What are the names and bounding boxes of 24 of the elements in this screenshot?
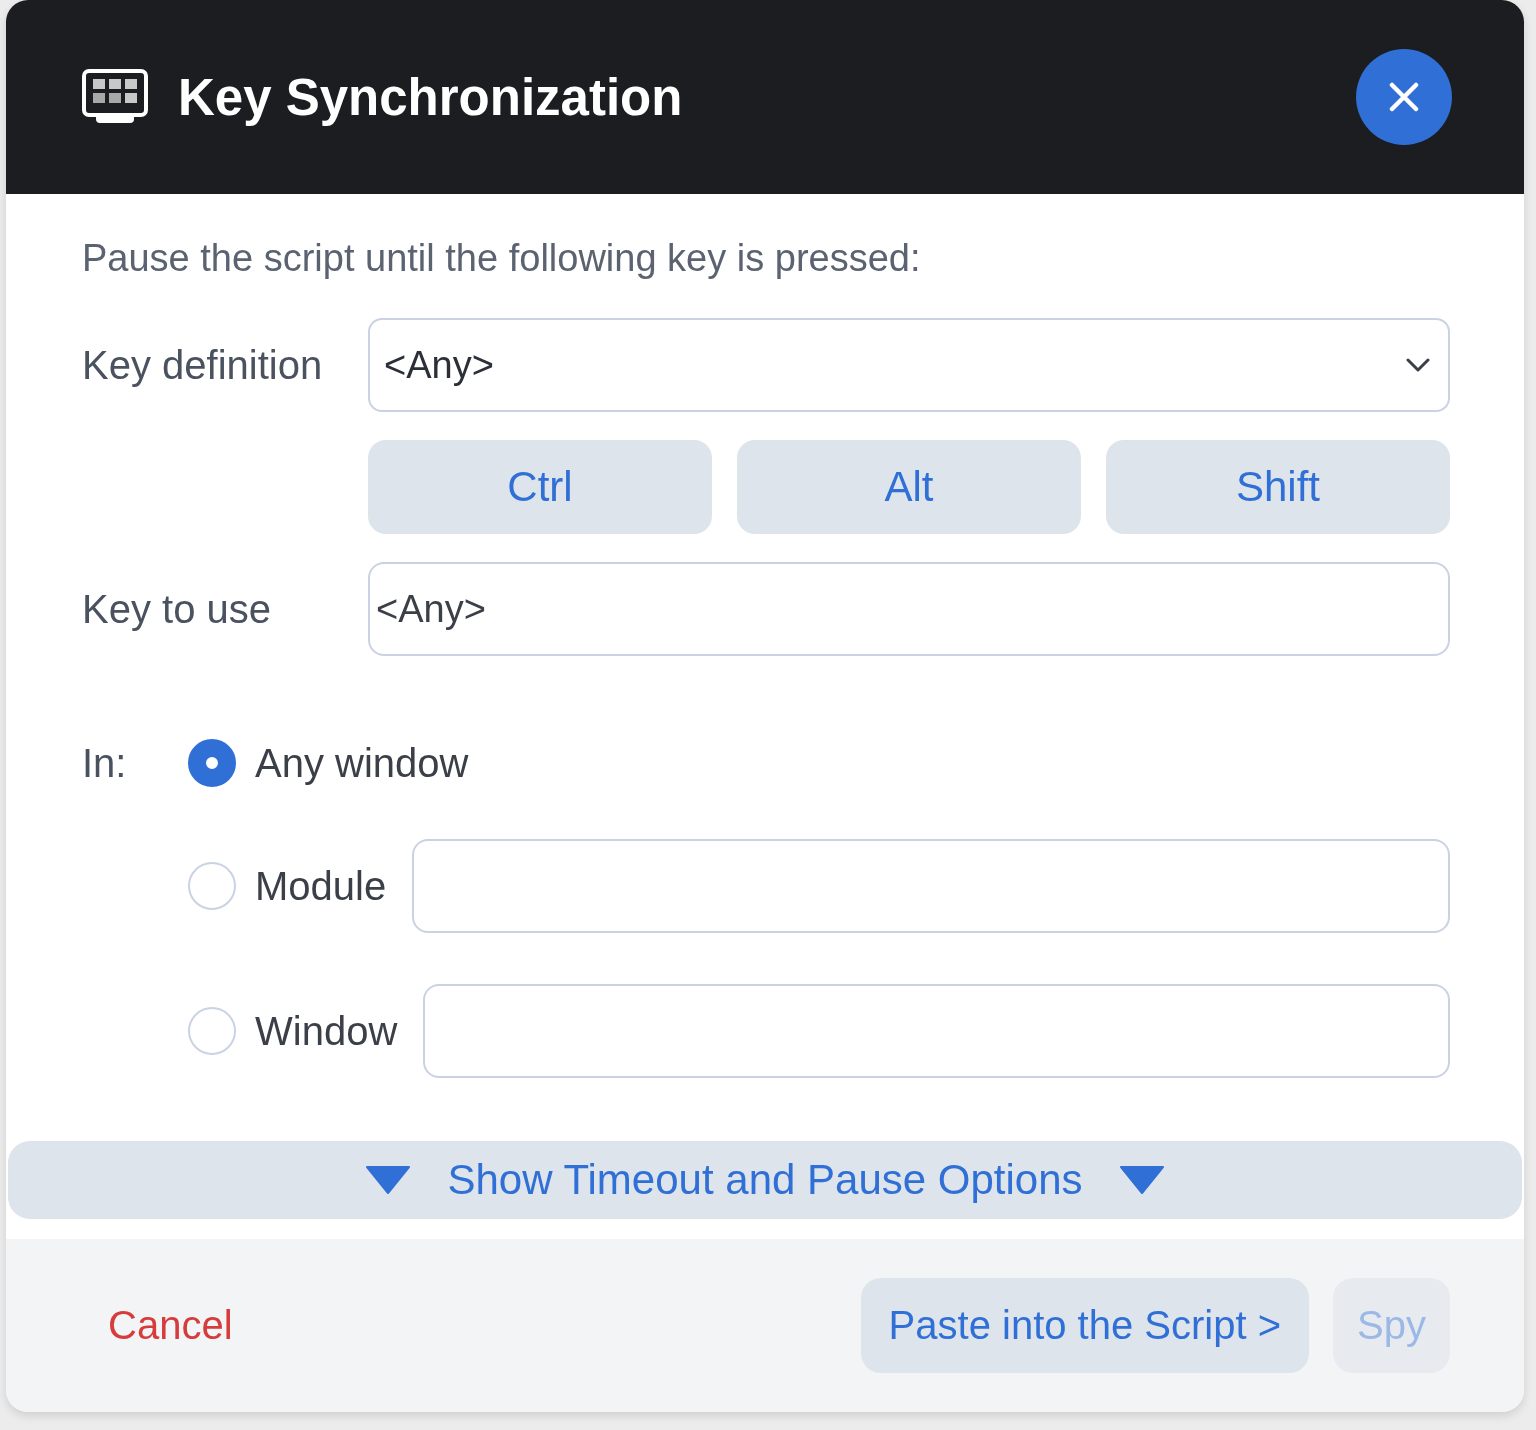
text-field[interactable] xyxy=(412,839,1450,933)
cancel-button[interactable]: Cancel xyxy=(102,1295,239,1356)
radio-button[interactable] xyxy=(188,739,236,787)
footer-button[interactable]: Paste into the Script > xyxy=(860,1278,1310,1373)
modifier-toggle-button[interactable]: Alt xyxy=(737,440,1081,534)
field-label: Key to use xyxy=(82,586,271,632)
window-title: Key Synchronization xyxy=(178,67,683,127)
show-options-toggle[interactable]: Show Timeout and Pause Options xyxy=(8,1141,1522,1219)
keyboard-icon xyxy=(82,69,148,125)
field-label: Key definition xyxy=(82,342,323,388)
radio-label[interactable]: Module xyxy=(255,863,387,909)
radio-label[interactable]: Window xyxy=(255,1008,398,1054)
modifier-toggle-button[interactable]: Shift xyxy=(1106,440,1450,534)
scope-label: In: xyxy=(82,740,127,787)
chevron-down-icon xyxy=(1406,358,1430,372)
radio-label[interactable]: Any window xyxy=(255,740,469,786)
triangle-down-icon xyxy=(1118,1165,1165,1195)
key-definition-dropdown[interactable]: <Any> xyxy=(368,318,1450,412)
key-input-field[interactable]: <Any> xyxy=(368,562,1450,656)
modifier-toggle-button[interactable]: Ctrl xyxy=(368,440,712,534)
text-field[interactable] xyxy=(423,984,1450,1078)
close-icon xyxy=(1389,82,1419,112)
triangle-down-icon xyxy=(365,1165,412,1195)
instruction-text: Pause the script until the following key is pressed: xyxy=(82,236,921,281)
